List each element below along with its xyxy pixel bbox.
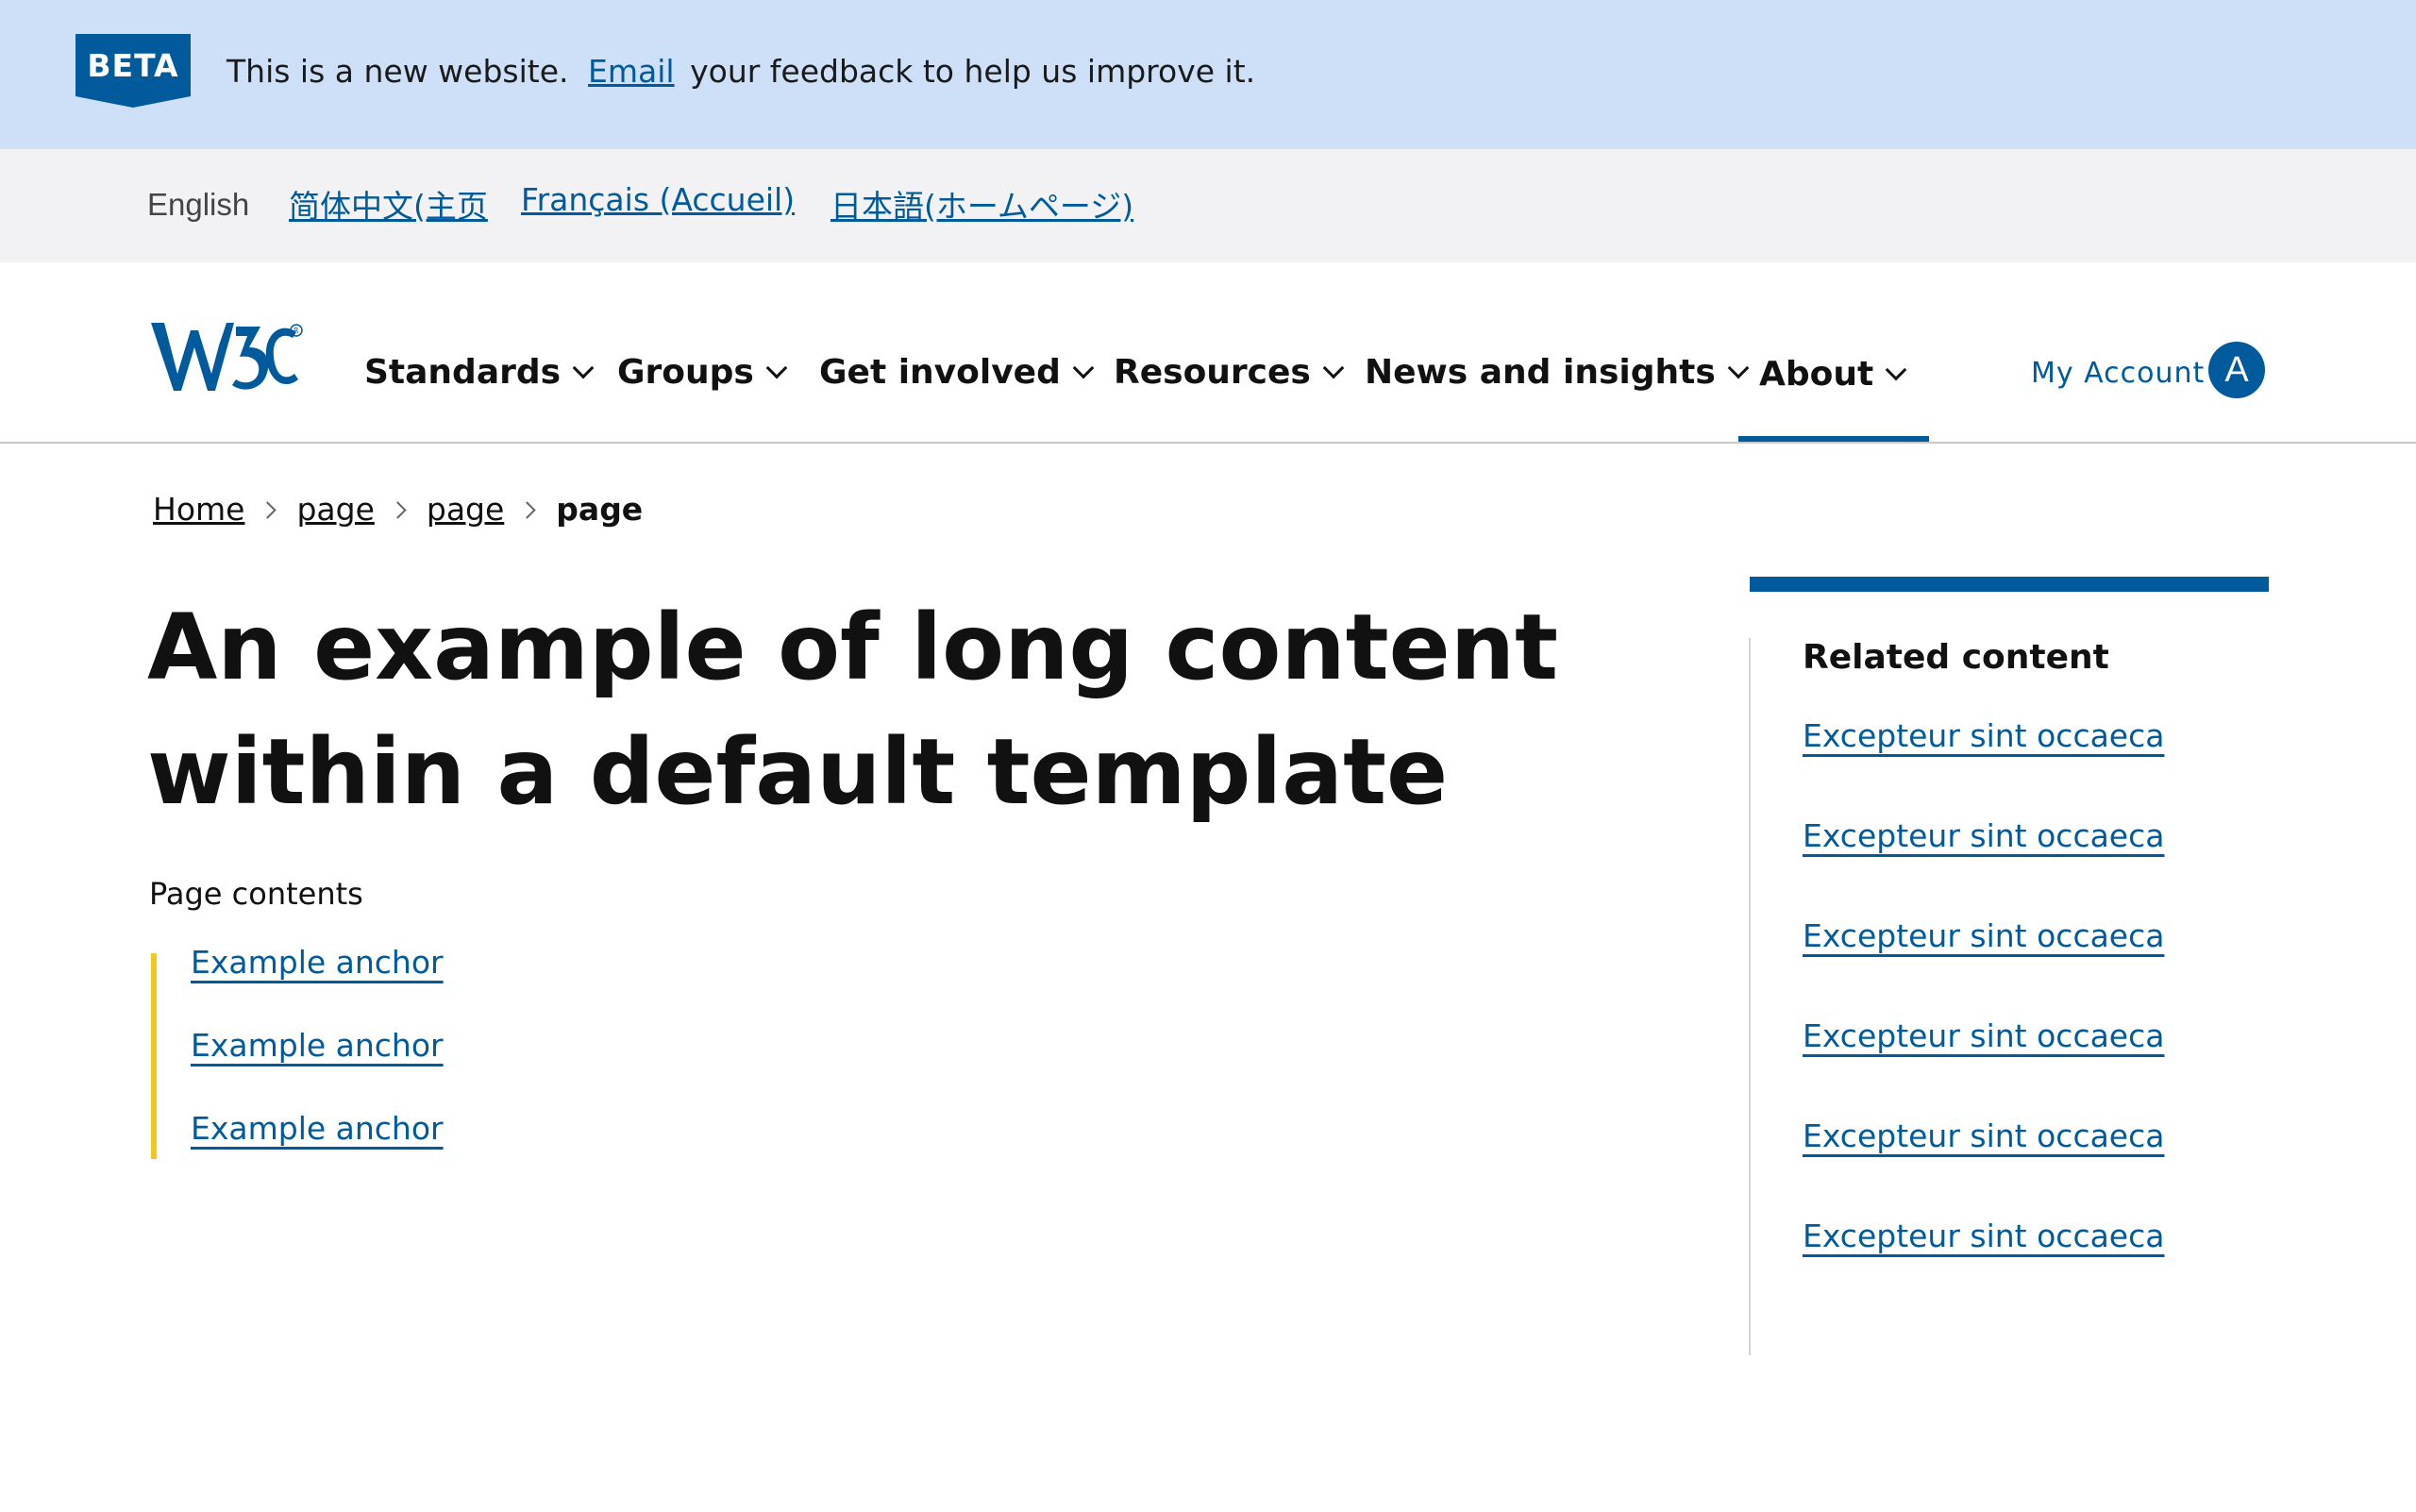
nav-standards-label: Standards	[364, 353, 562, 392]
related-content-link[interactable]: Excepteur sint occaeca	[1803, 1017, 2164, 1054]
beta-message-after: your feedback to help us improve it.	[690, 53, 1256, 90]
nav-resources[interactable]: Resources	[1114, 353, 1345, 392]
language-bar: English 简体中文(主页 Français (Accueil) 日本語(ホ…	[0, 149, 2416, 262]
site-header: R Standards Groups Get involved Resource…	[0, 262, 2416, 444]
nav-news-label: News and insights	[1365, 353, 1716, 392]
avatar[interactable]: A	[2208, 342, 2265, 398]
beta-label: BETA	[87, 47, 179, 84]
nav-active-indicator	[1738, 436, 1929, 442]
breadcrumb-home[interactable]: Home	[153, 491, 244, 528]
language-link-japanese[interactable]: 日本語(ホームページ)	[830, 181, 1133, 227]
breadcrumb-current: page	[556, 491, 644, 528]
language-link-chinese[interactable]: 简体中文(主页	[289, 181, 488, 227]
chevron-right-icon	[389, 501, 407, 519]
nav-resources-label: Resources	[1114, 353, 1311, 392]
nav-news-and-insights[interactable]: News and insights	[1365, 353, 1750, 392]
beta-badge: BETA	[76, 34, 191, 108]
nav-about-label: About	[1759, 355, 1874, 394]
svg-text:R: R	[294, 327, 299, 335]
related-content-link[interactable]: Excepteur sint occaeca	[1803, 717, 2164, 754]
chevron-down-icon	[765, 357, 788, 379]
chevron-down-icon	[1322, 357, 1345, 379]
chevron-right-icon	[259, 501, 277, 519]
toc-link[interactable]: Example anchor	[191, 1110, 444, 1147]
related-content-link[interactable]: Excepteur sint occaeca	[1803, 1218, 2164, 1254]
related-content-heading: Related content	[1803, 638, 2109, 677]
breadcrumb-page-2[interactable]: page	[427, 491, 504, 528]
language-link-french[interactable]: Français (Accueil)	[521, 181, 795, 218]
chevron-down-icon	[1885, 359, 1907, 381]
related-content-link[interactable]: Excepteur sint occaeca	[1803, 917, 2164, 954]
chevron-down-icon	[1727, 357, 1750, 379]
page-contents-heading: Page contents	[149, 876, 363, 912]
breadcrumb-page-1[interactable]: page	[296, 491, 374, 528]
page-title: An example of long content within a defa…	[147, 595, 1558, 825]
nav-groups[interactable]: Groups	[617, 353, 788, 392]
beta-message-before: This is a new website.	[226, 53, 569, 90]
related-content-link[interactable]: Excepteur sint occaeca	[1803, 1117, 2164, 1154]
beta-banner: BETA This is a new website. Email your f…	[0, 0, 2416, 149]
feedback-email-link[interactable]: Email	[588, 53, 675, 90]
related-content-link[interactable]: Excepteur sint occaeca	[1803, 817, 2164, 854]
w3c-logo[interactable]: R	[149, 319, 306, 398]
nav-about[interactable]: About	[1759, 355, 1907, 394]
my-account-link[interactable]: My Account	[2031, 357, 2205, 390]
toc-link[interactable]: Example anchor	[191, 944, 444, 981]
w3c-logo-mark: R	[151, 323, 303, 391]
toc-link[interactable]: Example anchor	[191, 1027, 444, 1064]
sidebar-accent-bar	[1750, 577, 2269, 592]
nav-get-involved[interactable]: Get involved	[819, 353, 1095, 392]
chevron-down-icon	[1072, 357, 1095, 379]
chevron-down-icon	[572, 357, 595, 379]
chevron-right-icon	[518, 501, 536, 519]
sidebar-divider	[1749, 638, 1751, 1355]
language-current: English	[147, 187, 250, 222]
nav-groups-label: Groups	[617, 353, 754, 392]
nav-get-involved-label: Get involved	[819, 353, 1061, 392]
beta-message: This is a new website. Email your feedba…	[226, 53, 1255, 90]
page-contents-accent-bar	[151, 953, 157, 1159]
nav-standards[interactable]: Standards	[364, 353, 595, 392]
breadcrumb: Home page page page	[153, 491, 643, 528]
